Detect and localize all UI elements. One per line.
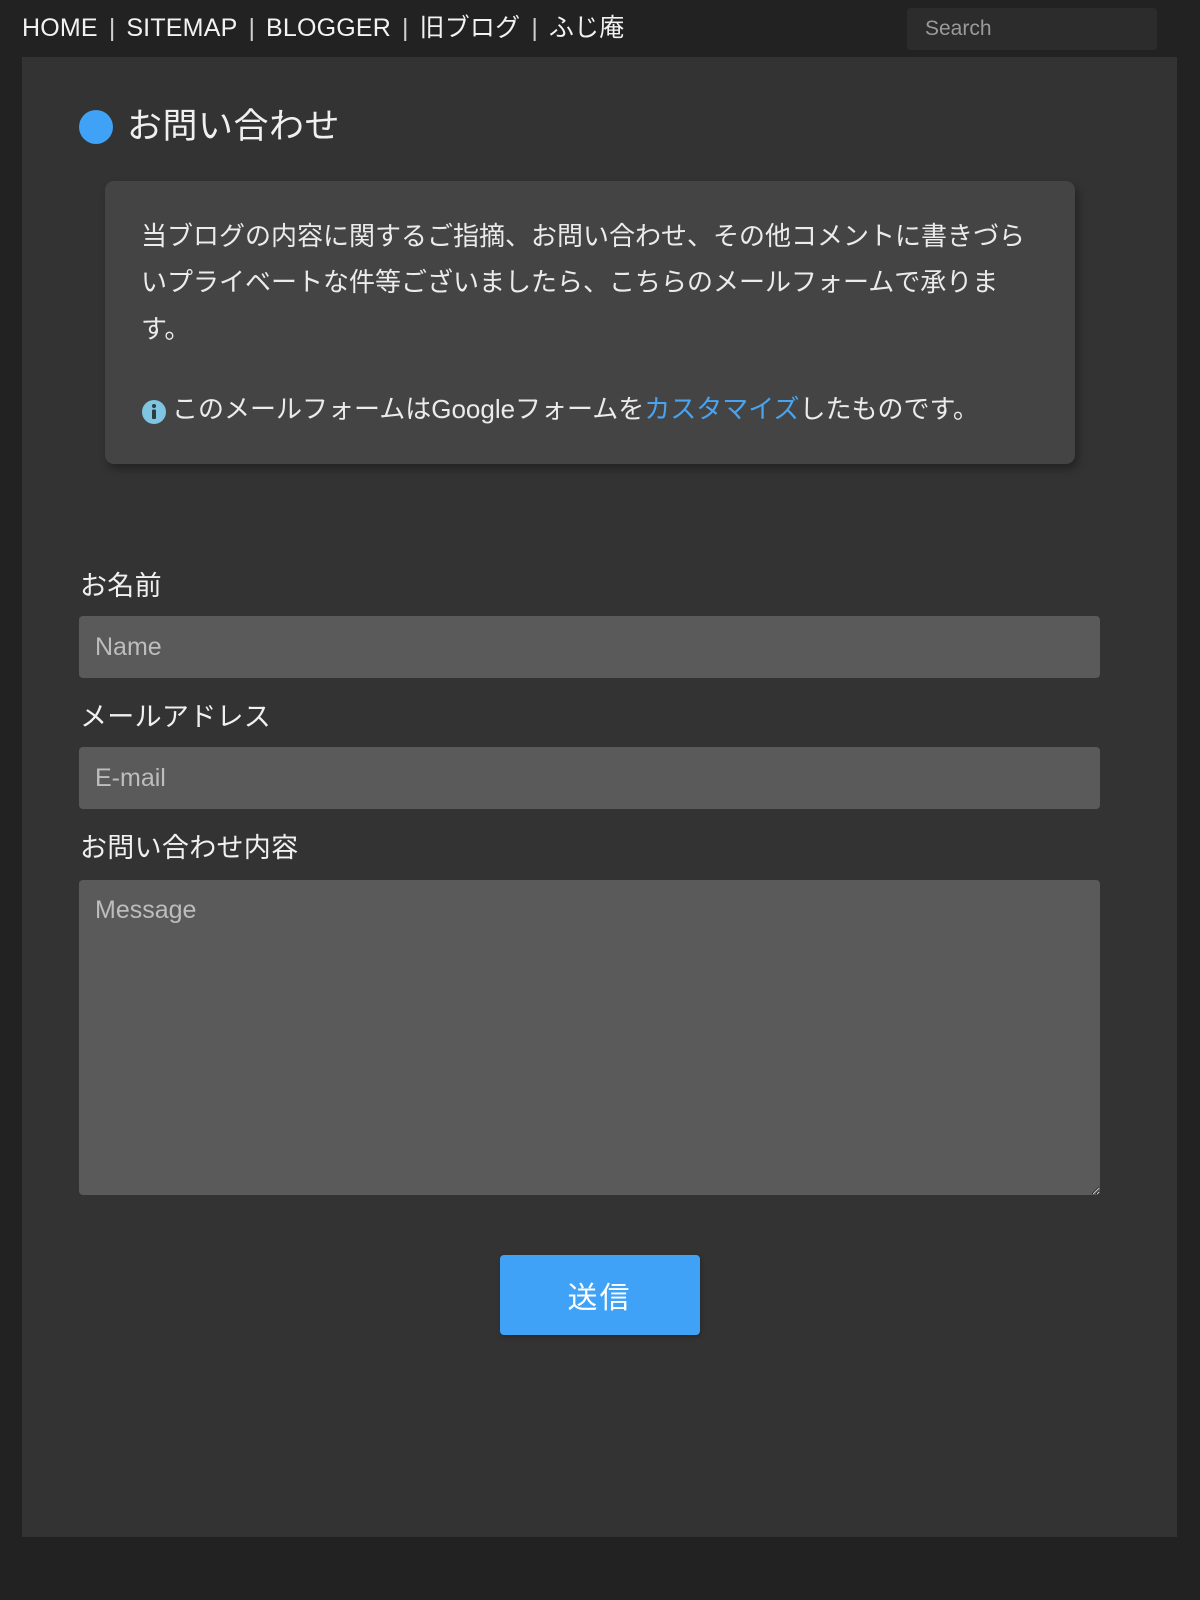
page-title: お問い合わせ bbox=[127, 107, 341, 146]
label-message: お問い合わせ内容 bbox=[80, 833, 299, 864]
info-note-text: このメールフォームはGoogleフォームをカスタマイズしたものです。 bbox=[172, 389, 979, 431]
contact-form: お名前 メールアドレス お問い合わせ内容 送信 bbox=[22, 564, 1177, 1336]
nav-separator: | bbox=[531, 14, 538, 42]
nav-item-sitemap[interactable]: SITEMAP bbox=[126, 16, 237, 41]
nav-item-blogger[interactable]: BLOGGER bbox=[266, 16, 391, 41]
top-navigation-bar: HOME | SITEMAP | BLOGGER | 旧ブログ | ふじ庵 bbox=[0, 0, 1200, 57]
customize-link[interactable]: カスタマイズ bbox=[644, 394, 799, 424]
intro-card: 当ブログの内容に関するご指摘、お問い合わせ、その他コメントに書きづらいプライベー… bbox=[105, 181, 1075, 465]
page-heading: お問い合わせ bbox=[79, 109, 1177, 144]
content-container: お問い合わせ 当ブログの内容に関するご指摘、お問い合わせ、その他コメントに書きづ… bbox=[22, 57, 1177, 1537]
field-block-name: お名前 bbox=[79, 564, 1120, 679]
info-note-text-after: したものです。 bbox=[799, 393, 979, 424]
submit-row: 送信 bbox=[79, 1255, 1120, 1336]
info-circle-icon bbox=[141, 396, 167, 424]
info-note-text-before: このメールフォームはGoogleフォームを bbox=[172, 393, 645, 424]
submit-button[interactable]: 送信 bbox=[499, 1255, 700, 1336]
search-input[interactable] bbox=[923, 8, 1198, 50]
nav-separator: | bbox=[402, 14, 409, 42]
email-input[interactable] bbox=[79, 747, 1100, 810]
search-box[interactable] bbox=[907, 8, 1198, 50]
field-block-message: お問い合わせ内容 bbox=[79, 826, 1120, 1196]
message-textarea[interactable] bbox=[79, 880, 1100, 1196]
field-block-email: メールアドレス bbox=[79, 695, 1120, 810]
filled-circle-icon bbox=[79, 109, 113, 144]
label-name: お名前 bbox=[80, 571, 162, 602]
intro-paragraph: 当ブログの内容に関するご指摘、お問い合わせ、その他コメントに書きづらいプライベー… bbox=[141, 221, 1026, 344]
nav-item-fujian[interactable]: ふじ庵 bbox=[549, 16, 625, 41]
nav-separator: | bbox=[248, 14, 255, 42]
nav-item-old-blog[interactable]: 旧ブログ bbox=[420, 16, 521, 41]
main-nav: HOME | SITEMAP | BLOGGER | 旧ブログ | ふじ庵 bbox=[22, 0, 624, 57]
label-email: メールアドレス bbox=[80, 702, 272, 733]
name-input[interactable] bbox=[79, 616, 1100, 679]
info-note: このメールフォームはGoogleフォームをカスタマイズしたものです。 bbox=[141, 389, 1039, 431]
nav-item-home[interactable]: HOME bbox=[22, 16, 98, 41]
nav-separator: | bbox=[108, 14, 116, 42]
